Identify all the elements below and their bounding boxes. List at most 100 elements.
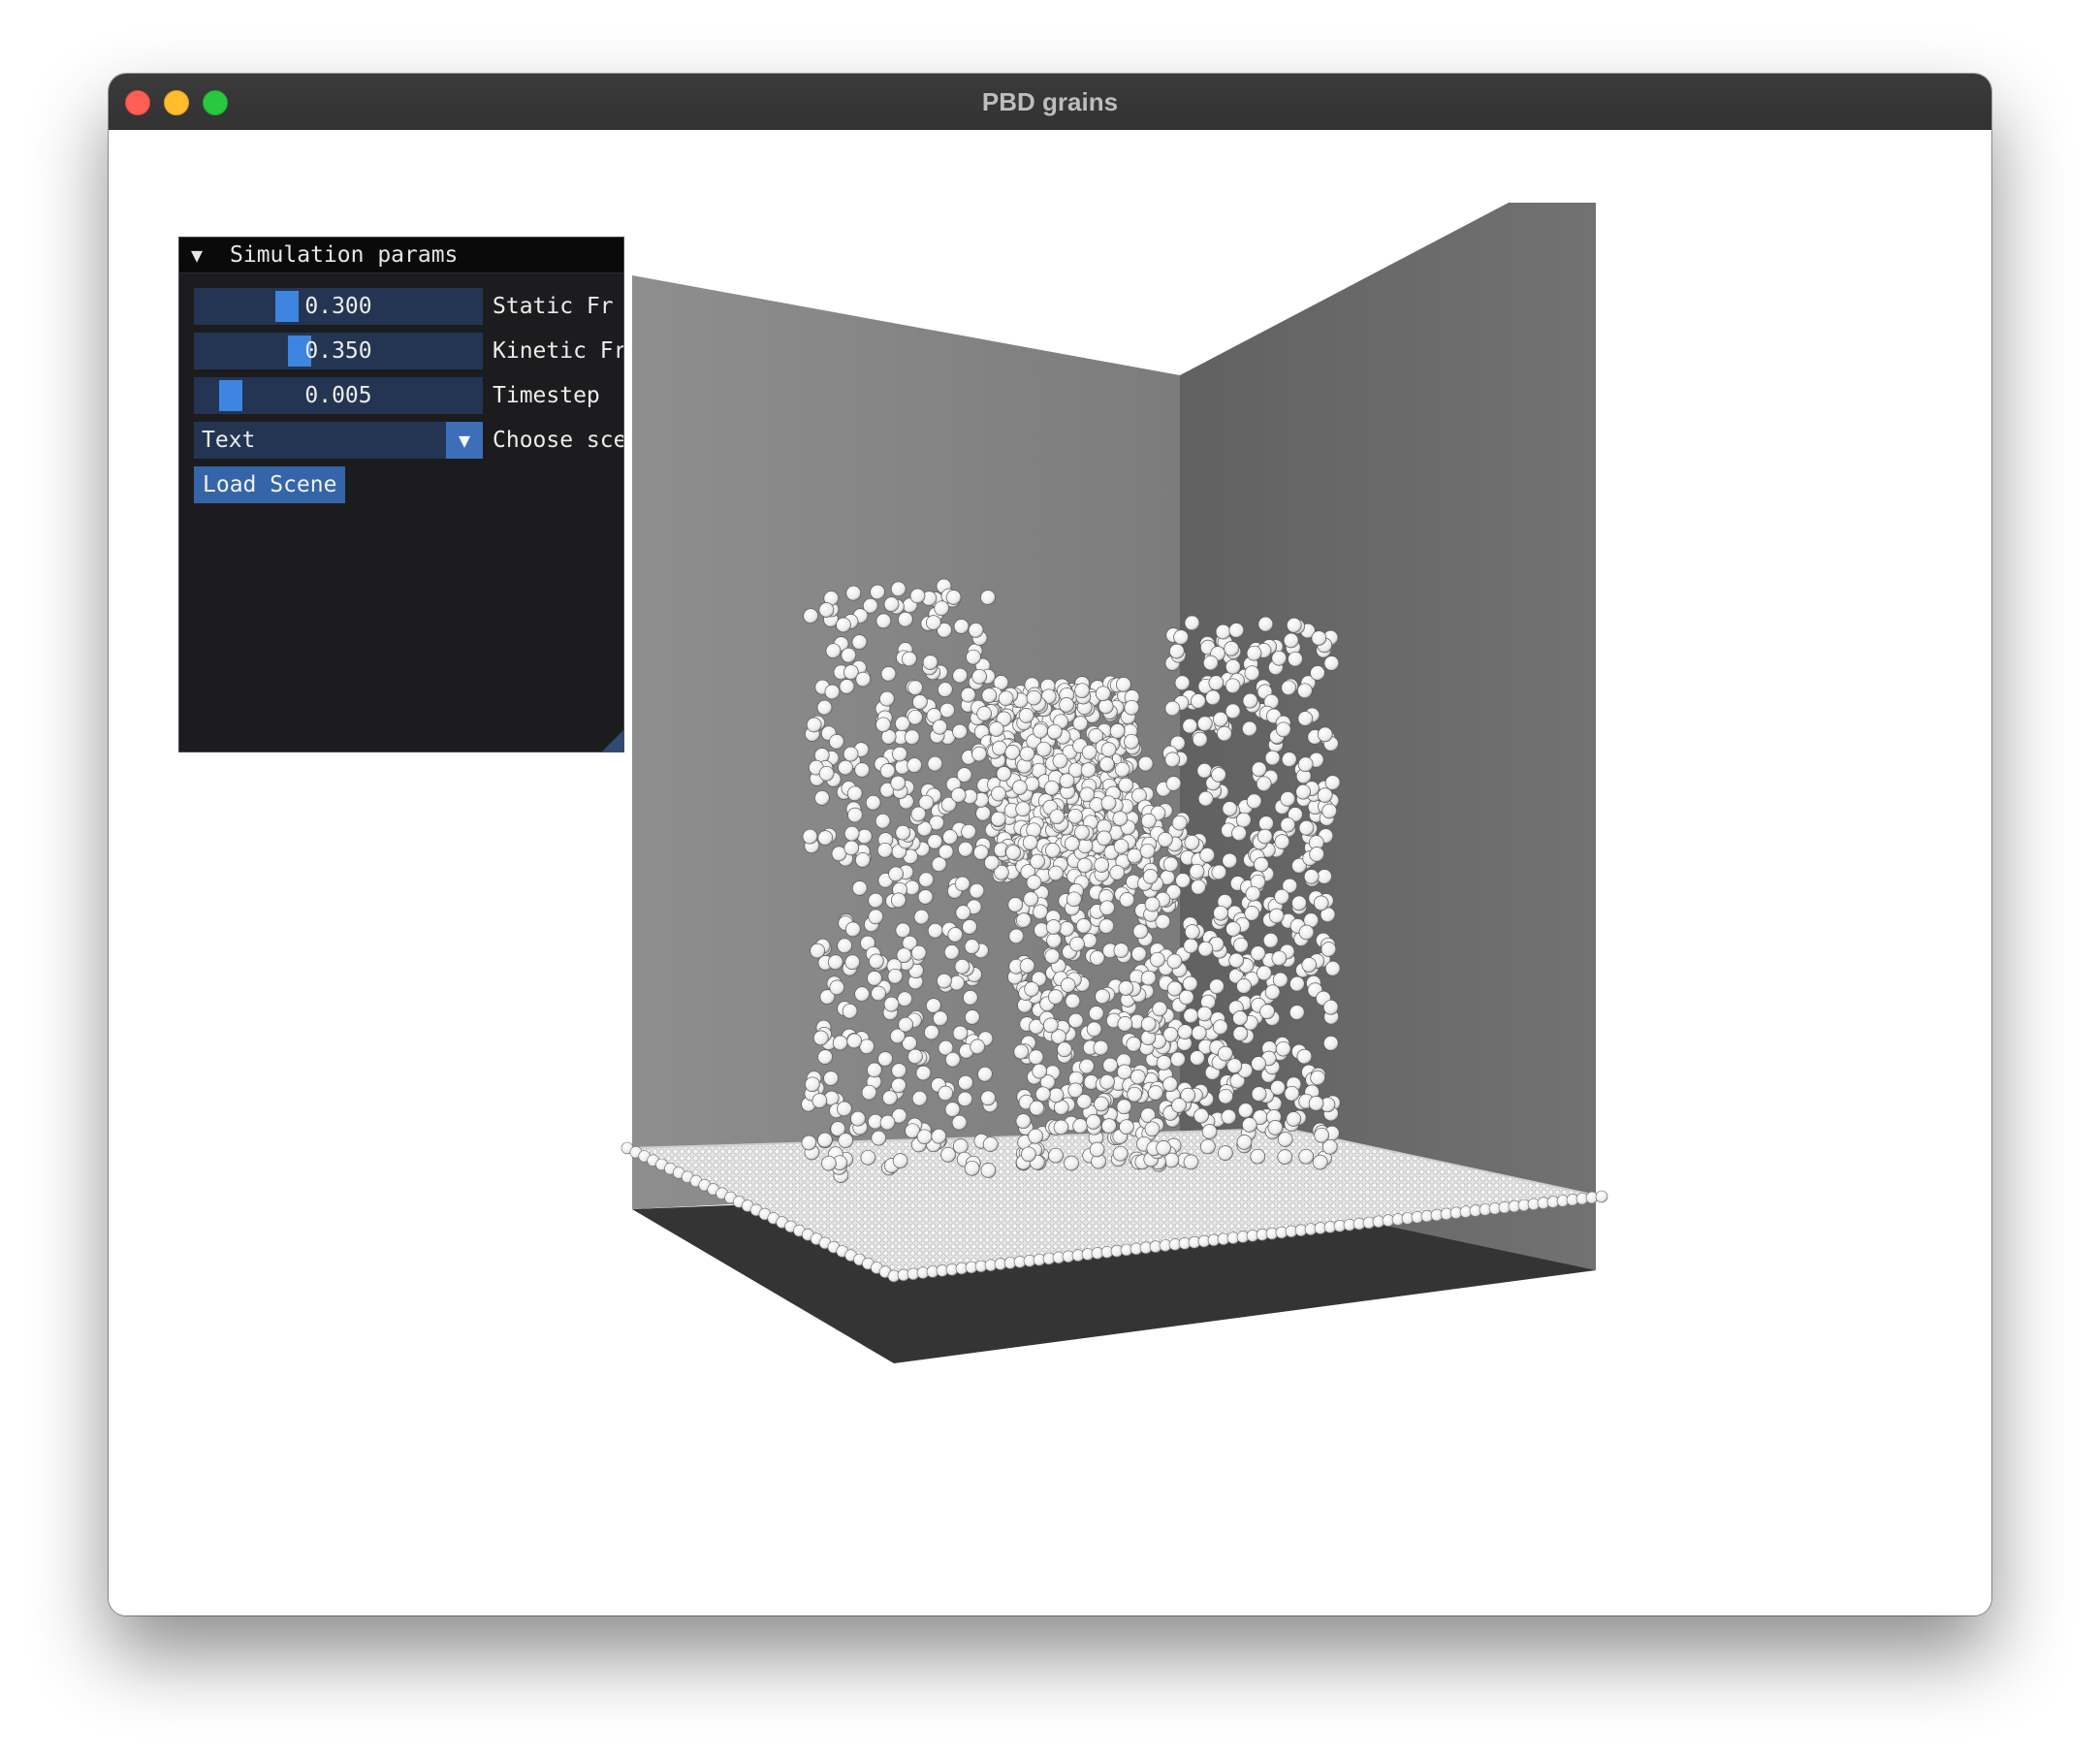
grain-particle (944, 1051, 961, 1068)
grain-particle (1166, 953, 1183, 970)
grain-particle (1171, 815, 1188, 831)
grain-particle (1094, 857, 1110, 873)
grain-particle (1201, 1124, 1218, 1139)
scene-select-value: Text (202, 428, 256, 453)
kinetic-friction-row: 0.350 Kinetic Fr (194, 333, 624, 369)
static-friction-row: 0.300 Static Fr (194, 288, 623, 325)
grain-particle (1098, 698, 1114, 715)
grain-particle (984, 854, 1000, 871)
kinetic-friction-slider[interactable]: 0.350 (194, 333, 483, 369)
grain-particle (1015, 1113, 1032, 1130)
grain-particle (1148, 1085, 1163, 1101)
grain-particle (1124, 699, 1140, 716)
3d-viewport[interactable]: ▼ Simulation params 0.300 Static Fr 0.35… (109, 130, 1991, 1615)
grain-particle (816, 699, 833, 716)
grain-particle (838, 759, 853, 776)
grain-particle (883, 596, 900, 613)
collapse-triangle-icon[interactable]: ▼ (191, 243, 203, 267)
grain-particle (1116, 1099, 1132, 1115)
grain-particle (960, 687, 976, 703)
grain-particle (1246, 793, 1262, 810)
kinetic-friction-label: Kinetic Fr (493, 338, 624, 364)
grain-particle (898, 1016, 914, 1033)
grain-particle (1079, 786, 1096, 803)
grain-particle (1015, 801, 1032, 817)
grain-particle (1309, 847, 1325, 862)
grain-particle (1268, 908, 1285, 924)
grain-particle (811, 1093, 828, 1109)
grain-particle (1259, 1004, 1275, 1020)
grain-particle (871, 1130, 887, 1146)
resize-grip[interactable] (602, 730, 623, 752)
grain-particle (1228, 623, 1245, 638)
grain-particle (1280, 816, 1296, 833)
grain-particle (846, 1033, 863, 1049)
grain-particle (1232, 1026, 1249, 1041)
grain-particle (876, 842, 893, 858)
grain-particle (851, 880, 868, 896)
scene-select-label: Choose sce (493, 428, 624, 453)
grain-particle (1222, 801, 1238, 816)
grain-particle (1081, 744, 1098, 760)
grain-particle (1322, 999, 1339, 1015)
grain-particle (1095, 988, 1110, 1005)
grain-particle (1184, 615, 1200, 631)
grain-particle (1026, 875, 1042, 890)
grain-particle (1140, 813, 1157, 829)
grain-particle (895, 824, 911, 841)
grain-particle (1048, 1087, 1065, 1103)
grain-particle (1189, 863, 1205, 880)
grain-particle (1144, 896, 1161, 912)
grain-particle (1250, 945, 1266, 962)
grain-particle (825, 643, 842, 659)
grain-particle (1312, 1154, 1328, 1170)
title-bar[interactable]: PBD grains (109, 74, 1991, 131)
grain-particle (907, 757, 923, 774)
grain-particle (1196, 716, 1213, 732)
triangle-down-icon[interactable]: ▼ (446, 422, 483, 459)
grain-particle (952, 667, 969, 684)
grain-particle (855, 852, 871, 868)
grain-particle (1035, 741, 1052, 757)
grain-particle (1224, 641, 1240, 656)
grain-particle (1225, 703, 1241, 720)
grain-particle (814, 790, 830, 806)
timestep-slider[interactable]: 0.005 (194, 377, 483, 414)
grain-particle (1069, 936, 1085, 952)
grain-particle (950, 787, 967, 803)
grain-particle (887, 968, 904, 984)
grain-particle (912, 694, 928, 710)
grain-particle (1175, 873, 1191, 888)
grain-particle (938, 844, 954, 860)
grain-particle (1324, 960, 1341, 976)
simulation-params-panel[interactable]: ▼ Simulation params 0.300 Static Fr 0.35… (178, 237, 624, 752)
static-friction-slider[interactable]: 0.300 (194, 288, 483, 325)
grain-particle (847, 807, 863, 823)
grain-particle (1212, 1019, 1228, 1036)
grain-particle (911, 1090, 928, 1106)
grain-particle (895, 922, 911, 939)
grain-particle (1257, 616, 1274, 632)
panel-header[interactable]: ▼ Simulation params (179, 238, 623, 273)
grain-particle (854, 762, 871, 778)
grain-particle (829, 979, 845, 996)
grain-particle (1324, 775, 1341, 790)
grain-particle (870, 584, 885, 600)
grain-particle (965, 1009, 980, 1025)
grain-particle (933, 1010, 948, 1027)
grain-particle (1140, 970, 1157, 986)
scene-select[interactable]: Text ▼ (194, 422, 483, 459)
grain-particle (1237, 1103, 1254, 1119)
grain-particle (1246, 645, 1262, 661)
grain-particle (890, 775, 907, 791)
grain-particle (850, 1110, 866, 1127)
grain-particle (1030, 853, 1045, 870)
load-scene-button[interactable]: Load Scene (194, 466, 346, 503)
grain-particle (1109, 865, 1126, 880)
grain-particle (1052, 752, 1068, 769)
grain-particle (895, 716, 910, 732)
grain-particle (1077, 857, 1093, 874)
grain-particle (843, 840, 860, 856)
grain-particle (1053, 1119, 1069, 1135)
grain-particle (1225, 658, 1241, 675)
